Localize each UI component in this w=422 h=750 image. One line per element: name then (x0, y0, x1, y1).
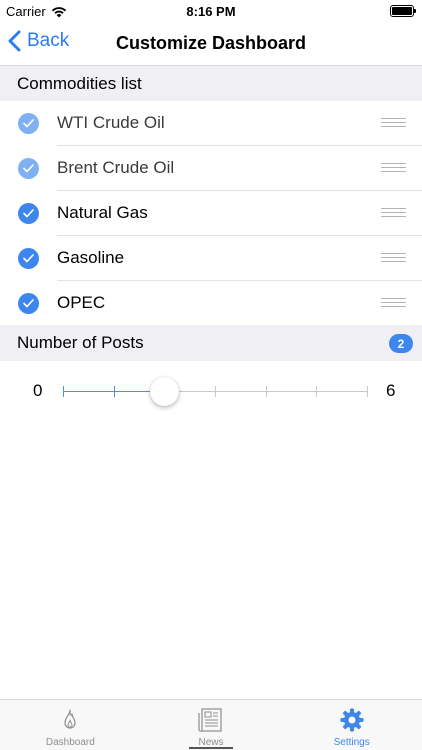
commodity-row-brent[interactable]: Brent Crude Oil (0, 146, 422, 191)
commodity-row-opec[interactable]: OPEC (0, 281, 422, 326)
tab-bar: Dashboard News Settings (0, 699, 422, 750)
battery-icon (390, 5, 416, 17)
checkmark-icon[interactable] (18, 113, 39, 134)
commodity-label: Brent Crude Oil (57, 158, 175, 177)
status-time: 8:16 PM (186, 4, 236, 19)
navigation-bar: Back Customize Dashboard (0, 22, 422, 66)
slider-tick (63, 386, 64, 397)
commodities-list: WTI Crude Oil Brent Crude Oil Natural Ga… (0, 101, 422, 326)
commodity-row-wti[interactable]: WTI Crude Oil (0, 101, 422, 146)
slider-thumb[interactable] (150, 377, 180, 406)
slider-tick (113, 386, 115, 397)
checkmark-icon[interactable] (18, 248, 39, 269)
tab-label: Dashboard (45, 737, 95, 748)
tab-label: Settings (333, 737, 370, 748)
slider-tick (316, 386, 318, 397)
page-title: Customize Dashboard (115, 33, 307, 53)
commodities-section-header: Commodities list (0, 66, 422, 102)
gear-icon (340, 708, 364, 732)
checkmark-icon[interactable] (18, 203, 39, 224)
drag-handle-icon[interactable] (381, 118, 406, 128)
slider-max-label: 6 (386, 381, 396, 400)
posts-header-label: Number of Posts (17, 333, 144, 352)
posts-slider-area: 0 6 (0, 361, 422, 421)
tab-news[interactable]: News (141, 700, 282, 750)
newspaper-icon (198, 708, 222, 732)
tab-focus-indicator (188, 747, 234, 749)
posts-count-badge: 2 (389, 334, 413, 353)
drag-handle-icon[interactable] (381, 298, 406, 308)
commodity-row-gasoline[interactable]: Gasoline (0, 236, 422, 281)
commodity-row-natural-gas[interactable]: Natural Gas (0, 191, 422, 236)
commodity-label: OPEC (57, 293, 106, 312)
drag-handle-icon[interactable] (381, 208, 406, 218)
tab-settings[interactable]: Settings (281, 700, 422, 750)
tab-dashboard[interactable]: Dashboard (0, 700, 141, 750)
commodity-label: WTI Crude Oil (57, 113, 165, 132)
flame-icon (64, 709, 76, 729)
checkmark-icon[interactable] (18, 158, 39, 179)
commodities-header-label: Commodities list (17, 74, 142, 93)
status-bar: Carrier 8:16 PM (0, 0, 422, 22)
slider-min-label: 0 (33, 381, 43, 400)
drag-handle-icon[interactable] (381, 163, 406, 173)
commodity-label: Natural Gas (57, 203, 148, 222)
slider-tick (265, 386, 267, 397)
slider-tick (367, 386, 368, 397)
checkmark-icon[interactable] (18, 293, 39, 314)
slider-tick (215, 386, 216, 397)
posts-section-header: Number of Posts 2 (0, 325, 422, 361)
commodity-label: Gasoline (57, 248, 125, 267)
drag-handle-icon[interactable] (381, 253, 406, 263)
posts-slider[interactable] (63, 386, 368, 397)
